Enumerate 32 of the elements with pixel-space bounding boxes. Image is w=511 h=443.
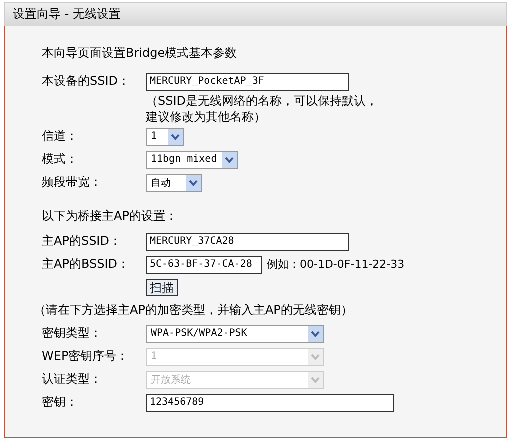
dropdown[interactable]: 1 [146, 128, 184, 146]
field-label: WEP密钥序号： [42, 348, 130, 365]
hint-text: （SSID是无线网络的名称，可以保持默认， [146, 92, 378, 110]
section-heading: 以下为桥接主AP的设置： [42, 208, 178, 224]
chevron-down-icon [308, 372, 323, 388]
input-field[interactable]: 5C-63-BF-37-CA-28 [146, 256, 262, 274]
hint-text: 建议修改为其他名称） [146, 108, 266, 126]
scan-button[interactable]: 扫描 [146, 278, 178, 296]
chevron-down-icon [222, 152, 237, 168]
window-title: 设置向导 - 无线设置 [4, 2, 507, 26]
note-text: （请在下方选择主AP的加密类型，并输入主AP的无线密钥） [34, 302, 353, 318]
field-label: 认证类型： [42, 371, 103, 388]
dropdown[interactable]: WPA-PSK/WPA2-PSK [146, 324, 324, 342]
example-text: 例如：00-1D-0F-11-22-33 [267, 257, 405, 272]
input-field[interactable]: 123456789 [146, 394, 394, 412]
field-label: 模式： [42, 151, 79, 168]
field-label: 本设备的SSID： [42, 73, 132, 90]
dropdown[interactable]: 自动 [146, 174, 202, 192]
chevron-down-icon [168, 128, 183, 144]
chevron-down-icon [308, 326, 323, 342]
chevron-down-icon [308, 348, 323, 364]
input-field[interactable]: MERCURY_PocketAP_3F [146, 72, 349, 90]
field-label: 频段带宽： [42, 174, 103, 191]
field-label: 信道： [42, 128, 79, 145]
field-label: 主AP的BSSID： [42, 256, 130, 273]
dropdown[interactable]: 11bgn mixed [146, 150, 238, 168]
field-label: 密钥类型： [42, 325, 103, 342]
field-label: 主AP的SSID： [42, 233, 122, 250]
field-label: 密钥： [42, 394, 79, 411]
chevron-down-icon [186, 174, 201, 190]
input-field[interactable]: MERCURY_37CA28 [146, 232, 349, 250]
intro-text: 本向导页面设置Bridge模式基本参数 [42, 44, 238, 62]
